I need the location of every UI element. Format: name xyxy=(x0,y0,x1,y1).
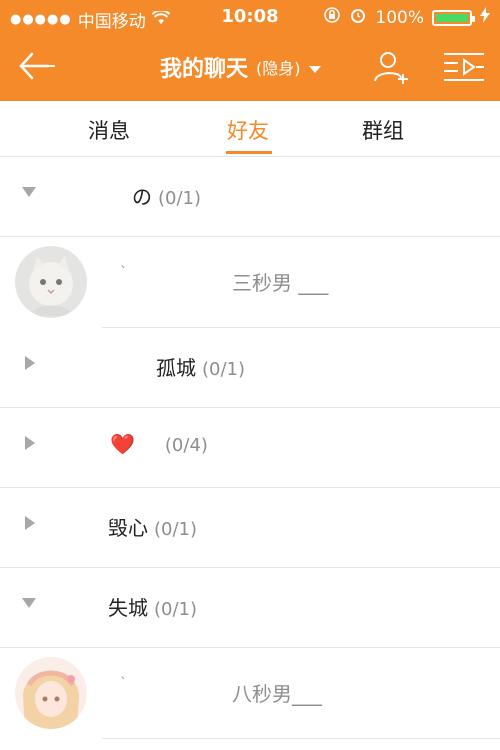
nav-bar: 我的聊天 (隐身) xyxy=(0,33,500,101)
group-row[interactable]: の (0/1) xyxy=(0,157,500,237)
heart-icon: ❤️ xyxy=(110,432,135,456)
friend-name: 三秒男 ___ xyxy=(232,271,329,295)
active-tab-indicator xyxy=(226,151,272,154)
friend-signature-mark: ˋ xyxy=(120,265,127,281)
avatar xyxy=(15,246,87,318)
charging-icon xyxy=(480,7,490,28)
status-subtitle: (隐身) xyxy=(256,59,301,78)
expand-arrow-icon xyxy=(22,187,36,197)
group-row[interactable]: 失城 (0/1) xyxy=(0,568,500,648)
collapse-arrow-icon xyxy=(25,356,35,370)
group-count: (0/1) xyxy=(202,359,246,380)
list-menu-icon xyxy=(444,53,484,81)
dropdown-arrow-icon xyxy=(308,55,321,80)
lock-rotation-icon xyxy=(323,6,341,29)
battery-icon xyxy=(432,9,475,26)
alarm-icon xyxy=(349,6,367,29)
tab-groups[interactable]: 群组 xyxy=(362,115,404,145)
add-friend-button[interactable] xyxy=(372,48,412,86)
top-bar: ●●●●● 中国移动 10:08 100% 我的聊天 (隐身) xyxy=(0,0,500,101)
status-right: 100% xyxy=(323,6,490,29)
row-divider xyxy=(102,738,500,739)
back-button[interactable] xyxy=(18,50,58,82)
group-row[interactable]: 孤城 (0/1) xyxy=(0,328,500,408)
group-count: (0/1) xyxy=(154,599,198,620)
add-person-icon xyxy=(374,52,408,84)
page-title: 我的聊天 xyxy=(160,57,249,82)
battery-percent: 100% xyxy=(375,7,424,28)
avatar xyxy=(15,657,87,729)
group-count: (0/1) xyxy=(154,519,198,540)
page-title-group[interactable]: 我的聊天 (隐身) xyxy=(160,51,321,83)
menu-button[interactable] xyxy=(442,51,486,83)
group-count: (0/4) xyxy=(164,435,208,456)
tab-bar: 消息 好友 群组 xyxy=(0,101,500,157)
group-name-wrap: 毁心 (0/1) xyxy=(108,512,197,541)
collapse-arrow-icon xyxy=(25,436,35,450)
status-bar: ●●●●● 中国移动 10:08 100% xyxy=(0,0,500,33)
collapse-arrow-icon xyxy=(25,516,35,530)
group-name-wrap: ❤️ (0/4) xyxy=(110,432,208,456)
group-name-wrap: 孤城 (0/1) xyxy=(156,352,245,381)
group-name-wrap: の (0/1) xyxy=(132,181,201,210)
group-name: の xyxy=(132,185,152,209)
tab-friends[interactable]: 好友 xyxy=(227,115,269,145)
group-name: 毁心 xyxy=(108,516,148,540)
expand-arrow-icon xyxy=(22,598,36,608)
group-count: (0/1) xyxy=(158,188,202,209)
group-row[interactable]: ❤️ (0/4) xyxy=(0,408,500,488)
group-row[interactable]: 毁心 (0/1) xyxy=(0,488,500,568)
group-name: 失城 xyxy=(108,596,148,620)
tab-messages[interactable]: 消息 xyxy=(88,115,130,145)
back-arrow-icon xyxy=(19,52,55,80)
friend-name: 八秒男___ xyxy=(232,682,322,706)
group-name: 孤城 xyxy=(156,356,196,380)
friend-signature-mark: ˋ xyxy=(120,676,127,692)
group-name-wrap: 失城 (0/1) xyxy=(108,592,197,621)
friend-row[interactable]: ˋ 八秒男___ xyxy=(0,648,500,739)
friend-row[interactable]: ˋ 三秒男 ___ xyxy=(0,237,500,328)
friend-list: の (0/1) ˋ 三秒男 ___ 孤城 (0/1) ❤️ (0/4) 毁心 (… xyxy=(0,157,500,739)
